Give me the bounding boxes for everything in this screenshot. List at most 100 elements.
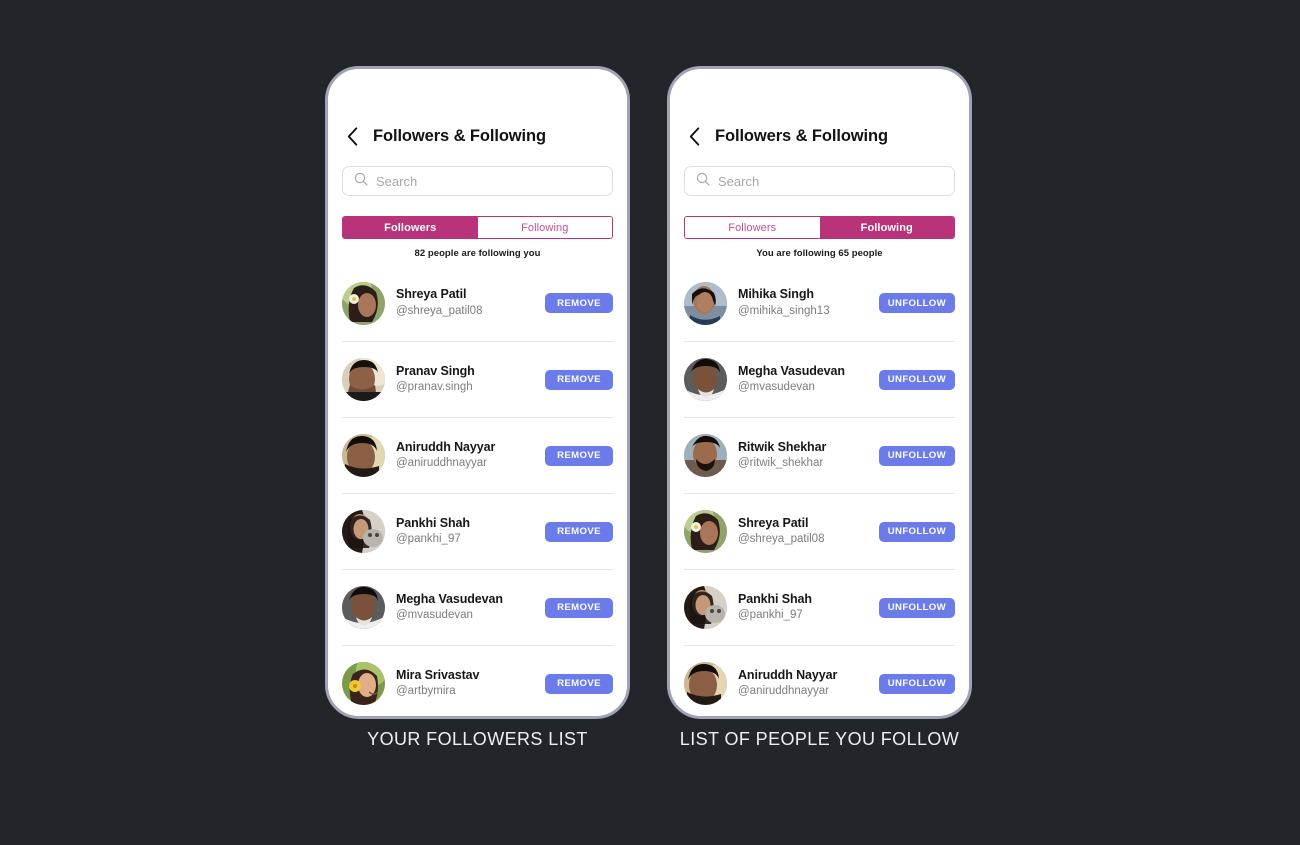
- list-item[interactable]: Ritwik Shekhar @ritwik_shekhar UNFOLLOW: [684, 417, 955, 493]
- search-icon: [696, 172, 710, 191]
- list-item[interactable]: Pranav Singh @pranav.singh REMOVE: [342, 341, 613, 417]
- avatar: [342, 586, 385, 629]
- app-header: Followers & Following: [328, 69, 627, 149]
- user-name: Pankhi Shah: [396, 515, 470, 530]
- remove-button[interactable]: REMOVE: [545, 369, 613, 390]
- followers-following-tabs: Followers Following: [684, 216, 955, 239]
- search-icon: [354, 172, 368, 191]
- user-name: Mihika Singh: [738, 287, 814, 302]
- back-button[interactable]: [341, 123, 363, 149]
- user-name: Aniruddh Nayyar: [396, 439, 496, 454]
- user-handle: @mvasudevan: [396, 609, 473, 622]
- remove-button[interactable]: REMOVE: [545, 521, 613, 542]
- tab-following[interactable]: Following: [819, 217, 954, 238]
- user-name: Pankhi Shah: [738, 591, 812, 606]
- list-item[interactable]: Pankhi Shah @pankhi_97 REMOVE: [342, 493, 613, 569]
- user-info: Aniruddh Nayyar @aniruddhnayyar: [396, 440, 545, 472]
- user-info: Ritwik Shekhar @ritwik_shekhar: [738, 440, 879, 472]
- search-bar[interactable]: [684, 166, 955, 196]
- remove-button[interactable]: REMOVE: [545, 293, 613, 313]
- user-name: Megha Vasudevan: [396, 591, 503, 606]
- search-input[interactable]: [718, 173, 943, 189]
- avatar: [684, 358, 727, 401]
- chevron-left-icon: [689, 126, 700, 146]
- list-item[interactable]: Pankhi Shah @pankhi_97 UNFOLLOW: [684, 569, 955, 645]
- remove-button[interactable]: REMOVE: [545, 597, 613, 618]
- search-input[interactable]: [376, 173, 601, 189]
- phone-mockup-following: Followers & Following Followers Followin…: [667, 66, 972, 719]
- user-handle: @aniruddhnayyar: [396, 457, 487, 470]
- list-item[interactable]: Mira Srivastav @artbymira REMOVE: [342, 645, 613, 716]
- page-title: Followers & Following: [715, 126, 888, 145]
- followers-list: Shreya Patil @shreya_patil08 REMOVE Pran…: [328, 265, 627, 716]
- unfollow-button[interactable]: UNFOLLOW: [878, 521, 955, 542]
- remove-button[interactable]: REMOVE: [545, 445, 613, 466]
- user-handle: @pankhi_97: [396, 533, 461, 546]
- back-button[interactable]: [683, 123, 705, 149]
- user-name: Aniruddh Nayyar: [738, 667, 838, 682]
- canvas: Followers & Following Followers Followin…: [0, 0, 1300, 845]
- search-bar[interactable]: [342, 166, 613, 196]
- user-handle: @artbymira: [396, 685, 456, 698]
- unfollow-button[interactable]: UNFOLLOW: [878, 597, 955, 618]
- remove-button[interactable]: REMOVE: [545, 673, 613, 694]
- user-handle: @mihika_singh13: [738, 304, 830, 317]
- user-name: Mira Srivastav: [396, 667, 480, 682]
- user-handle: @pankhi_97: [738, 609, 803, 622]
- list-item[interactable]: Shreya Patil @shreya_patil08 REMOVE: [342, 265, 613, 341]
- unfollow-button[interactable]: UNFOLLOW: [878, 673, 955, 694]
- following-list: Mihika Singh @mihika_singh13 UNFOLLOW Me…: [670, 265, 969, 716]
- unfollow-button[interactable]: UNFOLLOW: [878, 445, 955, 466]
- user-info: Shreya Patil @shreya_patil08: [396, 287, 545, 319]
- user-name: Shreya Patil: [738, 515, 809, 530]
- app-screen: Followers & Following Followers Followin…: [328, 69, 627, 716]
- avatar: [684, 281, 727, 325]
- chevron-left-icon: [347, 126, 358, 146]
- avatar: [342, 281, 385, 325]
- user-info: Pankhi Shah @pankhi_97: [396, 516, 545, 548]
- user-name: Shreya Patil: [396, 287, 467, 302]
- list-item[interactable]: Megha Vasudevan @mvasudevan UNFOLLOW: [684, 341, 955, 417]
- avatar: [684, 510, 727, 553]
- user-handle: @ritwik_shekhar: [738, 457, 824, 470]
- avatar: [342, 510, 385, 553]
- list-item[interactable]: Megha Vasudevan @mvasudevan REMOVE: [342, 569, 613, 645]
- list-item[interactable]: Shreya Patil @shreya_patil08 UNFOLLOW: [684, 493, 955, 569]
- caption-followers: YOUR FOLLOWERS LIST: [367, 729, 588, 749]
- avatar: [342, 434, 385, 477]
- user-handle: @mvasudevan: [738, 381, 815, 394]
- tab-followers[interactable]: Followers: [685, 217, 820, 238]
- user-info: Mihika Singh @mihika_singh13: [738, 287, 879, 319]
- avatar: [684, 434, 727, 477]
- user-handle: @pranav.singh: [396, 381, 473, 394]
- unfollow-button[interactable]: UNFOLLOW: [878, 369, 955, 390]
- user-name: Megha Vasudevan: [738, 363, 845, 378]
- count-label: 82 people are following you: [414, 248, 541, 259]
- avatar: [684, 662, 727, 705]
- page-title: Followers & Following: [373, 126, 546, 145]
- user-info: Shreya Patil @shreya_patil08: [738, 516, 879, 548]
- user-info: Mira Srivastav @artbymira: [396, 668, 545, 700]
- caption-following: LIST OF PEOPLE YOU FOLLOW: [679, 729, 960, 749]
- user-info: Aniruddh Nayyar @aniruddhnayyar: [738, 668, 879, 700]
- user-name: Ritwik Shekhar: [738, 439, 827, 454]
- tab-followers[interactable]: Followers: [343, 217, 478, 238]
- unfollow-button[interactable]: UNFOLLOW: [878, 293, 955, 313]
- user-handle: @aniruddhnayyar: [738, 685, 829, 698]
- user-handle: @shreya_patil08: [738, 533, 825, 546]
- user-info: Megha Vasudevan @mvasudevan: [738, 364, 879, 396]
- list-item[interactable]: Mihika Singh @mihika_singh13 UNFOLLOW: [684, 265, 955, 341]
- list-item[interactable]: Aniruddh Nayyar @aniruddhnayyar UNFOLLOW: [684, 645, 955, 716]
- app-screen: Followers & Following Followers Followin…: [670, 69, 969, 716]
- app-header: Followers & Following: [670, 69, 969, 149]
- user-info: Megha Vasudevan @mvasudevan: [396, 592, 545, 624]
- user-name: Pranav Singh: [396, 363, 475, 378]
- followers-following-tabs: Followers Following: [342, 216, 613, 239]
- tab-following[interactable]: Following: [477, 217, 612, 238]
- avatar: [684, 586, 727, 629]
- list-item[interactable]: Aniruddh Nayyar @aniruddhnayyar REMOVE: [342, 417, 613, 493]
- phone-mockup-followers: Followers & Following Followers Followin…: [325, 66, 630, 719]
- user-info: Pranav Singh @pranav.singh: [396, 364, 545, 396]
- avatar: [342, 662, 385, 705]
- count-label: You are following 65 people: [756, 248, 883, 259]
